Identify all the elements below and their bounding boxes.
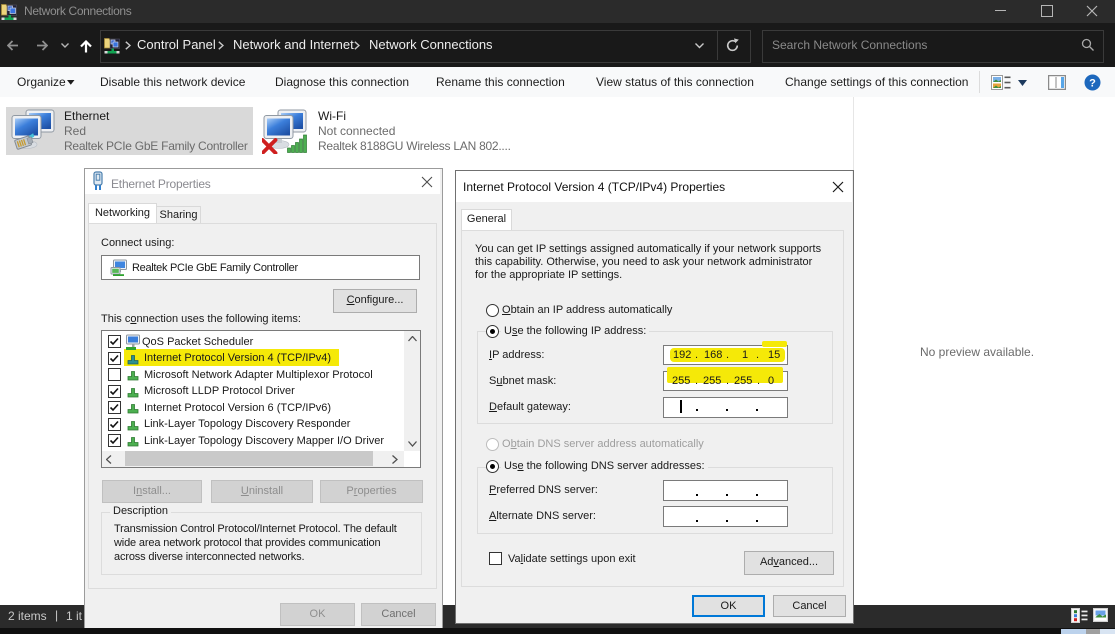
svg-text:?: ? [1089, 78, 1096, 90]
